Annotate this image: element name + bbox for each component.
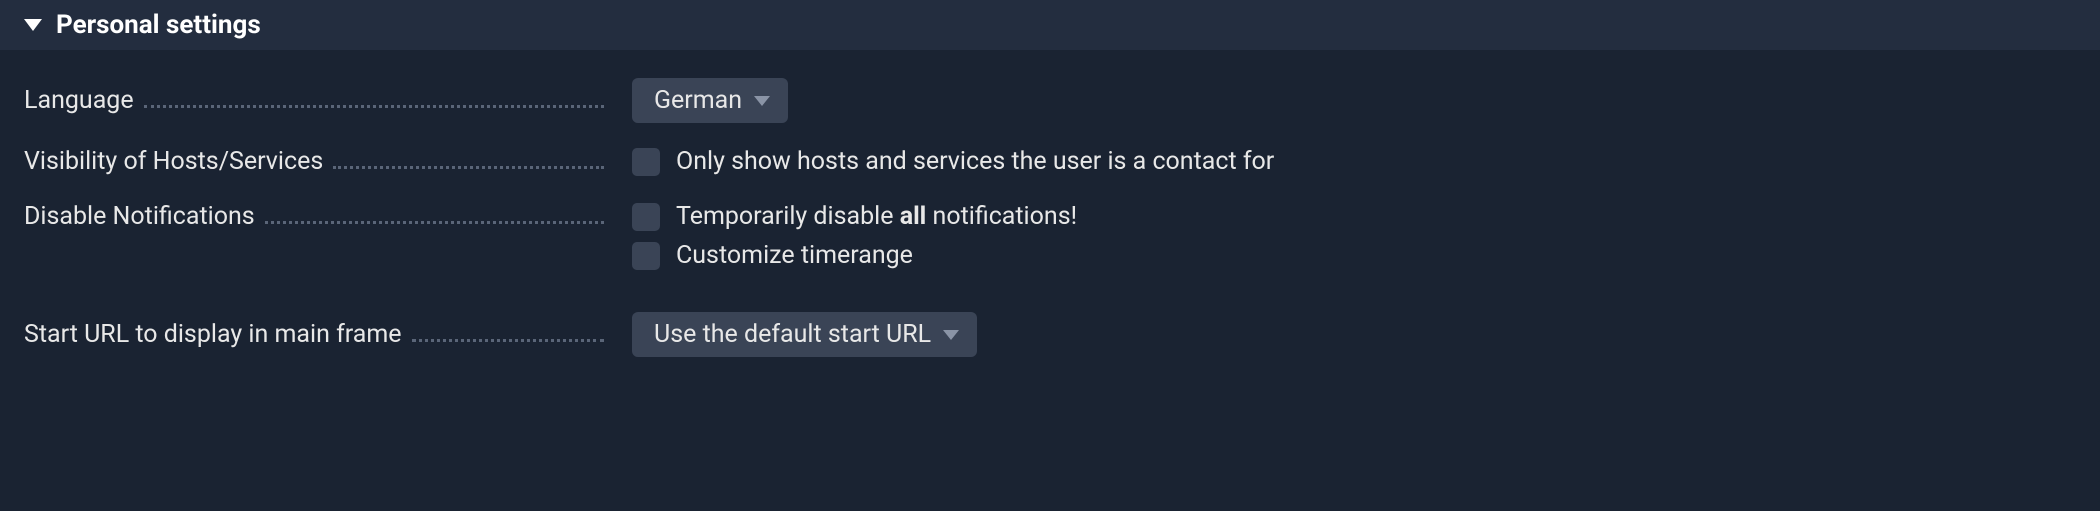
section-title: Personal settings [56, 10, 261, 40]
start-url-dropdown[interactable]: Use the default start URL [632, 312, 977, 357]
start-url-dropdown-value: Use the default start URL [654, 320, 931, 349]
checkbox-row: Temporarily disable all notifications! [632, 202, 2076, 231]
setting-value: Temporarily disable all notifications! C… [624, 202, 2076, 280]
chevron-down-icon [943, 330, 959, 340]
chevron-down-icon [754, 96, 770, 106]
setting-row-start-url: Start URL to display in main frame Use t… [24, 312, 2076, 357]
setting-label: Start URL to display in main frame [24, 320, 624, 349]
collapse-down-icon [24, 19, 42, 31]
dotted-leader [144, 105, 604, 108]
language-dropdown-value: German [654, 86, 742, 115]
customize-timerange-checkbox[interactable] [632, 242, 660, 270]
setting-label: Disable Notifications [24, 202, 624, 231]
start-url-label: Start URL to display in main frame [24, 320, 402, 349]
notifications-label: Disable Notifications [24, 202, 255, 231]
dotted-leader [333, 166, 604, 169]
disable-all-notifications-checkbox[interactable] [632, 203, 660, 231]
customize-timerange-label: Customize timerange [676, 241, 913, 270]
visibility-checkbox-label: Only show hosts and services the user is… [676, 147, 1274, 176]
section-header[interactable]: Personal settings [0, 0, 2100, 50]
dotted-leader [412, 339, 604, 342]
disable-all-notifications-label: Temporarily disable all notifications! [676, 202, 1077, 231]
language-dropdown[interactable]: German [632, 78, 788, 123]
visibility-checkbox[interactable] [632, 148, 660, 176]
setting-row-visibility: Visibility of Hosts/Services Only show h… [24, 147, 2076, 186]
setting-row-language: Language German [24, 78, 2076, 123]
dotted-leader [265, 221, 604, 224]
setting-value: Only show hosts and services the user is… [624, 147, 2076, 186]
settings-body: Language German Visibility of Hosts/Serv… [0, 50, 2100, 377]
checkbox-row: Only show hosts and services the user is… [632, 147, 2076, 176]
language-label: Language [24, 86, 134, 115]
setting-row-notifications: Disable Notifications Temporarily disabl… [24, 202, 2076, 280]
setting-label: Language [24, 86, 624, 115]
setting-value: Use the default start URL [624, 312, 2076, 357]
setting-value: German [624, 78, 2076, 123]
visibility-label: Visibility of Hosts/Services [24, 147, 323, 176]
checkbox-row: Customize timerange [632, 241, 2076, 270]
setting-label: Visibility of Hosts/Services [24, 147, 624, 176]
